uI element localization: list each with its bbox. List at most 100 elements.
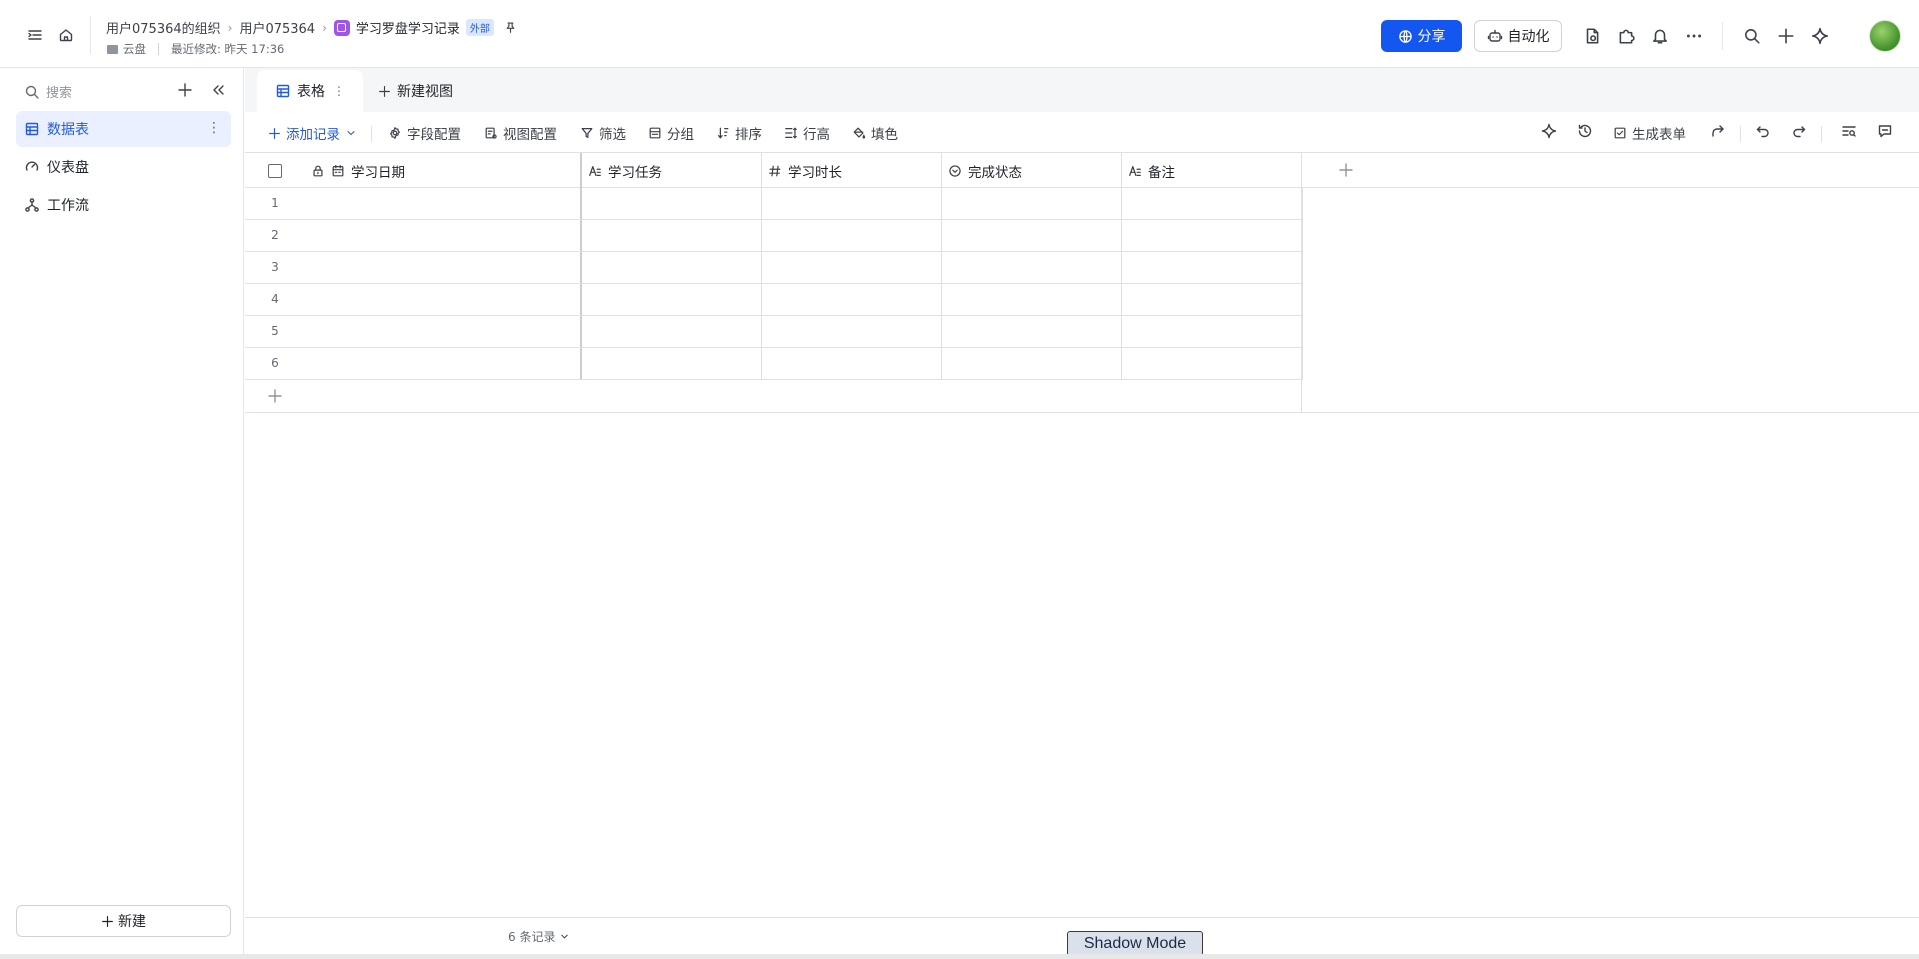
table-cell[interactable] bbox=[942, 348, 1122, 379]
table-cell[interactable] bbox=[1122, 188, 1302, 219]
home-icon[interactable] bbox=[57, 26, 75, 44]
table-cell[interactable] bbox=[1122, 220, 1302, 251]
automation-button[interactable]: 自动化 bbox=[1474, 20, 1562, 52]
collapse-sidebar-icon[interactable] bbox=[210, 82, 226, 98]
record-count[interactable]: 6 条记录 bbox=[508, 928, 570, 945]
tab-grid[interactable]: 表格 ⋮ bbox=[257, 70, 363, 112]
breadcrumb-user[interactable]: 用户075364 bbox=[239, 18, 315, 37]
plugin-icon[interactable] bbox=[1616, 26, 1636, 46]
sidebar-item-dashboard[interactable]: 仪表盘 bbox=[16, 149, 231, 185]
fill-color-button[interactable]: 填色 bbox=[852, 123, 898, 143]
toolbar-divider bbox=[1821, 126, 1822, 142]
table-cell[interactable] bbox=[942, 188, 1122, 219]
chevron-down-icon[interactable] bbox=[345, 127, 357, 139]
sidebar-search[interactable]: 搜索 bbox=[24, 82, 72, 101]
breadcrumb-org[interactable]: 用户075364的组织 bbox=[106, 18, 221, 37]
avatar[interactable] bbox=[1869, 20, 1901, 52]
column-header-date[interactable]: 学习日期 bbox=[305, 153, 582, 188]
table-cell[interactable] bbox=[762, 220, 942, 251]
group-button[interactable]: 分组 bbox=[648, 123, 694, 143]
header-divider bbox=[1722, 22, 1723, 50]
view-config-button[interactable]: 视图配置 bbox=[484, 123, 557, 143]
table-row[interactable]: 6 bbox=[245, 348, 1302, 380]
table-cell[interactable] bbox=[582, 316, 762, 347]
sidebar-item-datatable[interactable]: 数据表 ⋮ bbox=[16, 111, 231, 147]
column-header-status[interactable]: 完成状态 bbox=[942, 153, 1122, 188]
table-cell[interactable] bbox=[762, 348, 942, 379]
add-row-button[interactable] bbox=[245, 380, 1302, 412]
search-icon[interactable] bbox=[1742, 26, 1762, 46]
table-cell[interactable] bbox=[1122, 348, 1302, 379]
comment-icon[interactable] bbox=[1877, 123, 1893, 139]
column-header-duration[interactable]: 学习时长 bbox=[762, 153, 942, 188]
sort-button[interactable]: 排序 bbox=[716, 123, 762, 143]
ai-sparkle-icon[interactable] bbox=[1541, 123, 1557, 139]
table-row[interactable]: 2 bbox=[245, 220, 1302, 252]
column-header-task[interactable]: 学习任务 bbox=[582, 153, 762, 188]
table-cell[interactable] bbox=[305, 188, 582, 219]
table-cell[interactable] bbox=[942, 316, 1122, 347]
table-cell[interactable] bbox=[762, 316, 942, 347]
generate-form-button[interactable]: 生成表单 bbox=[1613, 123, 1686, 143]
add-plus-icon[interactable] bbox=[177, 82, 193, 98]
share-button[interactable]: 分享 bbox=[1381, 20, 1462, 52]
share-arrow-icon[interactable] bbox=[1710, 123, 1726, 139]
new-button[interactable]: 新建 bbox=[16, 905, 231, 937]
table-cell[interactable] bbox=[1122, 316, 1302, 347]
sidebar-toggle-icon[interactable] bbox=[26, 26, 44, 44]
table-cell[interactable] bbox=[582, 284, 762, 315]
shadow-mode-button[interactable]: Shadow Mode bbox=[1067, 931, 1203, 956]
plus-icon bbox=[101, 915, 114, 928]
generate-form-label: 生成表单 bbox=[1632, 127, 1686, 143]
redo-icon[interactable] bbox=[1791, 123, 1807, 139]
table-cell[interactable] bbox=[762, 188, 942, 219]
table-cell[interactable] bbox=[1122, 252, 1302, 283]
new-view-button[interactable]: 新建视图 bbox=[360, 70, 471, 112]
doc-title[interactable]: 学习罗盘学习记录 bbox=[356, 18, 460, 37]
table-cell[interactable] bbox=[582, 188, 762, 219]
filter-button[interactable]: 筛选 bbox=[580, 123, 626, 143]
text-field-icon bbox=[1128, 164, 1142, 178]
add-column-plus-icon[interactable] bbox=[1338, 162, 1354, 178]
add-record-button[interactable]: 添加记录 bbox=[268, 123, 357, 143]
table-cell[interactable] bbox=[762, 284, 942, 315]
bell-icon[interactable] bbox=[1650, 26, 1670, 46]
doc-location[interactable]: 云盘 bbox=[123, 41, 146, 57]
table-cell[interactable] bbox=[305, 284, 582, 315]
folder-icon bbox=[107, 44, 118, 54]
table-row[interactable]: 5 bbox=[245, 316, 1302, 348]
select-all-cell[interactable] bbox=[245, 153, 305, 188]
table-cell[interactable] bbox=[1122, 284, 1302, 315]
table-cell[interactable] bbox=[582, 252, 762, 283]
table-cell[interactable] bbox=[942, 252, 1122, 283]
field-config-button[interactable]: 字段配置 bbox=[388, 123, 461, 143]
table-cell[interactable] bbox=[305, 316, 582, 347]
table-row[interactable]: 4 bbox=[245, 284, 1302, 316]
table-row[interactable]: 3 bbox=[245, 252, 1302, 284]
table-cell[interactable] bbox=[942, 220, 1122, 251]
table-cell[interactable] bbox=[582, 220, 762, 251]
undo-icon[interactable] bbox=[1755, 123, 1771, 139]
document-search-icon[interactable] bbox=[1582, 26, 1602, 46]
ai-sparkle-icon[interactable] bbox=[1810, 26, 1830, 46]
plus-icon[interactable] bbox=[1776, 26, 1796, 46]
pin-icon[interactable] bbox=[504, 21, 517, 34]
select-all-checkbox[interactable] bbox=[268, 163, 282, 178]
more-vertical-icon[interactable]: ⋮ bbox=[207, 121, 221, 135]
table-cell[interactable] bbox=[762, 252, 942, 283]
more-vertical-icon[interactable]: ⋮ bbox=[333, 84, 345, 98]
table-cell[interactable] bbox=[305, 348, 582, 379]
more-icon[interactable] bbox=[1684, 26, 1704, 46]
column-header-notes[interactable]: 备注 bbox=[1122, 153, 1302, 188]
table-cell[interactable] bbox=[305, 220, 582, 251]
form-check-icon bbox=[1613, 126, 1627, 140]
table-row[interactable]: 1 bbox=[245, 188, 1302, 220]
table-cell[interactable] bbox=[582, 348, 762, 379]
grid-right-border bbox=[1302, 188, 1303, 380]
sidebar-item-workflow[interactable]: 工作流 bbox=[16, 187, 231, 223]
history-icon[interactable] bbox=[1577, 123, 1593, 139]
find-replace-icon[interactable] bbox=[1841, 123, 1857, 139]
row-height-button[interactable]: 行高 bbox=[784, 123, 830, 143]
table-cell[interactable] bbox=[942, 284, 1122, 315]
table-cell[interactable] bbox=[305, 252, 582, 283]
